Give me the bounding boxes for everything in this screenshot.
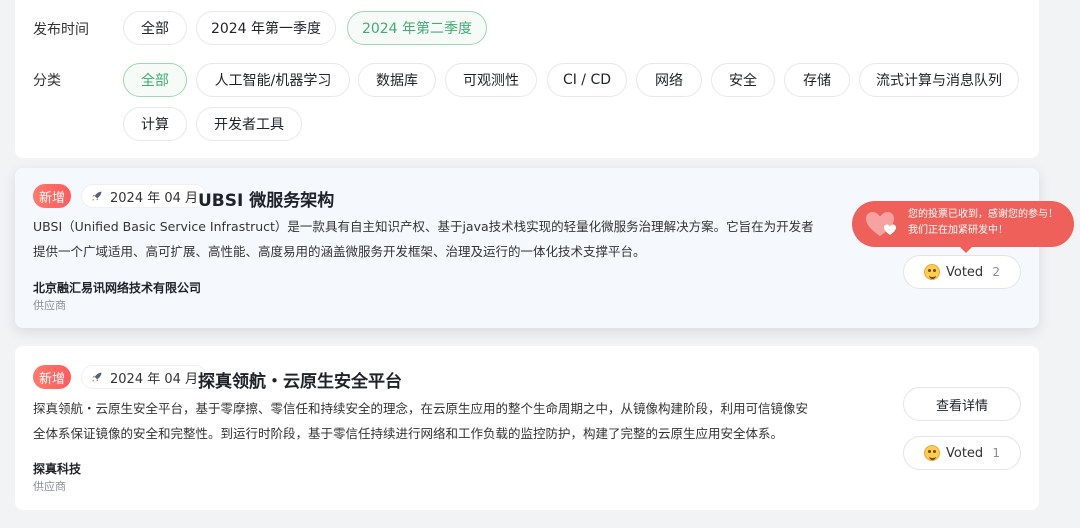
vote-button[interactable]: Voted 1 <box>903 436 1021 470</box>
vote-count: 2 <box>992 265 1000 279</box>
product-description: UBSI（Unified Basic Service Infrastruct）是… <box>33 219 814 259</box>
release-date-text: 2024 年 04 月 <box>110 190 199 206</box>
category-chip-ai-ml[interactable]: 人工智能/机器学习 <box>196 63 350 97</box>
category-label: 分类 <box>33 73 61 89</box>
company-name: 北京融汇易讯网络技术有限公司 <box>33 281 202 295</box>
category-chip-devtools[interactable]: 开发者工具 <box>196 107 302 141</box>
rocket-icon <box>92 191 102 201</box>
heart-icon <box>866 212 896 236</box>
company-name: 探真科技 <box>33 462 82 476</box>
category-chip-streaming[interactable]: 流式计算与消息队列 <box>859 63 1019 97</box>
product-card[interactable]: 新增 2024 年 04 月 UBSI 微服务架构 UBSI（Unified B… <box>15 168 1039 328</box>
release-date-text: 2024 年 04 月 <box>110 371 199 387</box>
vote-received-toast: 您的投票已收到，感谢您的参与！ 我们正在加紧研发中！ <box>852 201 1074 253</box>
product-title[interactable]: UBSI 微服务架构 <box>198 186 334 211</box>
toast-line-2: 我们正在加紧研发中！ <box>908 225 1008 236</box>
release-date: 2024 年 04 月 <box>81 184 208 208</box>
vote-label: Voted <box>946 264 984 280</box>
vote-count: 1 <box>992 446 1000 460</box>
product-title[interactable]: 探真领航・云原生安全平台 <box>198 367 402 392</box>
company-role: 供应商 <box>33 299 66 312</box>
product-card[interactable]: 新增 2024 年 04 月 探真领航・云原生安全平台 探真领航・云原生安全平台… <box>15 346 1039 510</box>
new-badge: 新增 <box>33 184 71 208</box>
toast-line-1: 您的投票已收到，感谢您的参与！ <box>908 209 1058 220</box>
publish-time-label: 发布时间 <box>33 22 89 38</box>
category-chip-storage[interactable]: 存储 <box>784 63 850 97</box>
filter-panel: 发布时间 全部 2024 年第一季度 2024 年第二季度 分类 全部 人工智能… <box>15 0 1039 158</box>
category-chip-all[interactable]: 全部 <box>123 63 187 97</box>
publish-time-chip-all[interactable]: 全部 <box>123 11 187 45</box>
smile-icon <box>924 264 940 280</box>
category-chip-network[interactable]: 网络 <box>636 63 702 97</box>
company-role: 供应商 <box>33 480 66 493</box>
category-chip-database[interactable]: 数据库 <box>358 63 436 97</box>
category-chip-observability[interactable]: 可观测性 <box>445 63 537 97</box>
release-date: 2024 年 04 月 <box>81 365 208 389</box>
new-badge: 新增 <box>33 365 71 389</box>
category-chip-security[interactable]: 安全 <box>711 63 775 97</box>
vote-button[interactable]: Voted 2 <box>903 255 1021 289</box>
publish-time-chip-q1[interactable]: 2024 年第一季度 <box>196 11 336 45</box>
view-details-button[interactable]: 查看详情 <box>903 387 1021 421</box>
category-chip-compute[interactable]: 计算 <box>123 107 187 141</box>
smile-icon <box>924 445 940 461</box>
publish-time-chip-q2[interactable]: 2024 年第二季度 <box>347 11 487 45</box>
vote-label: Voted <box>946 445 984 461</box>
product-description: 探真领航・云原生安全平台，基于零摩擦、零信任和持续安全的理念，在云原生应用的整个… <box>33 401 809 441</box>
rocket-icon <box>92 372 102 382</box>
category-chip-cicd[interactable]: CI / CD <box>547 63 627 97</box>
